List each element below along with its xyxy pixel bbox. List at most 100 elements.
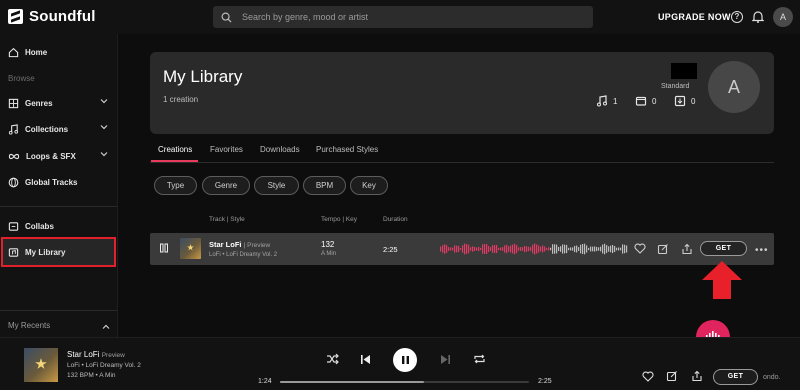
player-bar: Star LoFi Preview LoFi • LoFi Dreamy Vol… [0,337,800,390]
sidebar: Home Browse Genres Collections Loops & S… [0,34,118,337]
chevron-down-icon[interactable] [100,97,108,105]
sidebar-item-collabs[interactable]: Collabs [8,219,108,233]
tab-creations[interactable]: Creations [158,145,192,154]
waveform-bar [622,244,624,254]
bell-icon[interactable] [752,10,764,23]
more-options-icon[interactable]: ••• [755,245,769,256]
waveform-bar [450,247,452,251]
waveform-bar [440,246,442,252]
pause-button[interactable] [393,348,417,372]
waveform-bar [464,243,466,255]
waveform-bar [590,246,592,252]
waveform-bar [472,246,474,252]
next-icon[interactable] [440,354,451,365]
waveform-bar [624,244,626,254]
waveform-bar [598,247,600,251]
waveform-bar [462,245,464,253]
waveform-bar [602,244,604,254]
waveform-bar [592,246,594,252]
loop-icon [8,153,20,159]
share-icon[interactable] [691,370,703,382]
waveform-bar [554,244,556,254]
waveform-bar [568,247,570,251]
sidebar-item-genres[interactable]: Genres [8,96,108,110]
music-note-icon [8,123,19,135]
heart-icon[interactable] [642,371,654,382]
waveform-bar [506,244,508,254]
chevron-up-icon[interactable] [102,323,110,331]
column-header-track: Track | Style [209,216,245,223]
waveform-bar [562,244,564,254]
search-input[interactable] [242,12,562,22]
waveform-bar [584,243,586,255]
globe-icon [8,177,19,187]
repeat-icon[interactable] [473,353,486,365]
share-icon[interactable] [681,243,693,255]
column-header-duration: Duration [383,216,408,223]
waveform-bar [574,245,576,253]
waveform-bar [606,245,608,253]
previous-icon[interactable] [360,354,371,365]
waveform-bar [580,244,582,254]
search-bar[interactable] [213,6,593,28]
logo-icon [8,9,23,24]
waveform-bar [552,244,554,254]
shuffle-icon[interactable] [326,353,339,365]
logo[interactable]: Soundful [8,8,96,25]
my-recents-label[interactable]: My Recents [8,321,50,330]
edit-icon[interactable] [666,370,678,382]
sidebar-item-loops-sfx[interactable]: Loops & SFX [8,149,108,163]
edit-icon[interactable] [657,243,669,255]
player-cover-image [24,348,58,382]
track-style: LoFi • LoFi Dreamy Vol. 2 [209,252,278,258]
pause-icon[interactable] [159,243,169,253]
help-icon[interactable]: ? [731,11,743,23]
filter-type[interactable]: Type [154,176,197,195]
track-title[interactable]: Star LoFi | Preview [209,240,270,249]
waveform-bar [494,245,496,253]
waveform-bar [504,245,506,253]
sidebar-item-home[interactable]: Home [8,45,108,59]
waveform-bar [528,246,530,252]
chevron-down-icon[interactable] [100,123,108,131]
tab-favorites[interactable]: Favorites [210,145,243,154]
profile-avatar[interactable]: A [708,61,760,113]
waveform-bar [582,243,584,255]
filter-genre[interactable]: Genre [202,176,250,195]
sidebar-item-my-library[interactable]: My Library [8,245,108,259]
waveform-bar [570,247,572,251]
player-get-button[interactable]: GET [713,369,758,385]
filter-bpm[interactable]: BPM [303,176,346,195]
waveform-bar [502,247,504,251]
waveform[interactable] [440,239,628,259]
top-bar: Soundful UPGRADE NOW ? A [0,0,800,34]
progress-bar[interactable] [280,381,529,383]
chevron-down-icon[interactable] [100,150,108,158]
player-track-title: Star LoFi Preview [67,350,125,359]
sidebar-divider [0,206,117,207]
tab-downloads[interactable]: Downloads [260,145,300,154]
table-row[interactable]: Star LoFi | Preview LoFi • LoFi Dreamy V… [150,233,774,265]
waveform-bar [452,247,454,251]
user-avatar[interactable]: A [773,7,793,27]
get-button[interactable]: GET [700,241,747,256]
download-icon [674,95,686,107]
upgrade-now-button[interactable]: UPGRADE NOW [658,12,731,22]
sidebar-item-collections[interactable]: Collections [8,122,108,136]
filter-key[interactable]: Key [350,176,388,195]
waveform-bar [588,247,590,251]
waveform-bar [560,246,562,252]
heart-icon[interactable] [634,243,646,254]
waveform-bar [572,247,574,251]
waveform-bar [610,245,612,253]
waveform-bar [540,246,542,252]
waveform-bar [542,245,544,253]
stat-value: 0 [691,96,696,106]
page-title: My Library [163,67,243,86]
waveform-bar [532,244,534,254]
waveform-bar [500,247,502,251]
sidebar-item-global-tracks[interactable]: Global Tracks [8,175,108,189]
elapsed-time: 1:24 [258,378,272,385]
filter-style[interactable]: Style [254,176,299,195]
tab-purchased-styles[interactable]: Purchased Styles [316,145,378,154]
